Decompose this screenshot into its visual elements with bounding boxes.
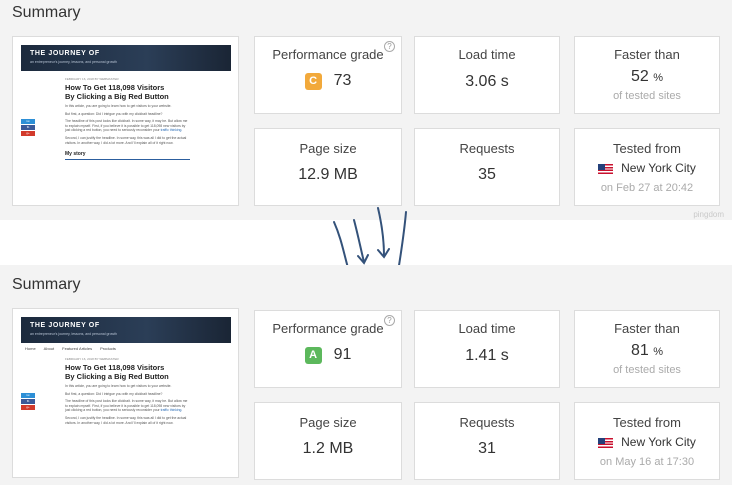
load-time-card: Load time 1.41 s bbox=[414, 310, 560, 388]
tested-from-label: Tested from bbox=[613, 415, 681, 430]
site-screenshot-thumbnail[interactable]: THE JOURNEY OF an entrepreneur's journey… bbox=[12, 308, 239, 478]
thumbnail-story-heading: My story bbox=[65, 151, 190, 161]
thumbnail-article: FEBRUARY 16, 2018 BY WEBMASTER How To Ge… bbox=[65, 357, 190, 425]
page-size-value: 12.9 MB bbox=[298, 166, 358, 183]
tested-from-card: Tested from New York City on May 16 at 1… bbox=[574, 402, 720, 480]
location-name: New York City bbox=[621, 161, 696, 175]
requests-value: 31 bbox=[478, 440, 496, 457]
google-plus-icon: g+ bbox=[21, 405, 35, 410]
requests-value: 35 bbox=[478, 166, 496, 183]
google-plus-icon: g+ bbox=[21, 131, 35, 136]
faster-than-value: 81 % bbox=[575, 342, 719, 360]
summary-panel-after: Summary THE JOURNEY OF an entrepreneur's… bbox=[0, 265, 732, 485]
requests-card: Requests 35 bbox=[414, 128, 560, 206]
thumbnail-tagline: an entrepreneur's journey, lessons, and … bbox=[30, 332, 117, 336]
thumbnail-headline-1: How To Get 118,098 Visitors bbox=[65, 363, 165, 372]
share-buttons: tw fb g+ bbox=[21, 393, 35, 411]
faster-than-label: Faster than bbox=[614, 47, 680, 62]
facebook-icon: fb bbox=[21, 399, 35, 404]
thumbnail-nav-item: Home bbox=[25, 346, 36, 351]
thumbnail-paragraph-link: traffic thinking. bbox=[160, 128, 183, 133]
thumbnail-date: FEBRUARY 16, 2018 BY WEBMASTER bbox=[65, 77, 119, 81]
performance-grade-card: ? Performance grade A 91 bbox=[254, 310, 402, 388]
tested-from-card: Tested from New York City on Feb 27 at 2… bbox=[574, 128, 720, 206]
tested-from-date: on Feb 27 at 20:42 bbox=[600, 182, 694, 194]
twitter-icon: tw bbox=[21, 393, 35, 398]
performance-grade-label: Performance grade bbox=[272, 47, 384, 62]
faster-than-label: Faster than bbox=[614, 321, 680, 336]
grade-badge: C bbox=[304, 72, 322, 90]
faster-than-sub: of tested sites bbox=[613, 364, 681, 376]
performance-grade-value: A 91 bbox=[255, 346, 401, 364]
location-name: New York City bbox=[621, 435, 696, 449]
us-flag-icon bbox=[598, 437, 614, 448]
share-buttons: tw fb g+ bbox=[21, 119, 35, 137]
load-time-label: Load time bbox=[458, 321, 516, 336]
thumbnail-paragraph: But first, a question: Did I intrigue yo… bbox=[65, 391, 163, 396]
page-size-card: Page size 12.9 MB bbox=[254, 128, 402, 206]
pingdom-watermark: pingdom bbox=[693, 210, 724, 219]
thumbnail-brand: THE JOURNEY OF bbox=[30, 322, 100, 329]
faster-than-card: Faster than 81 % of tested sites bbox=[574, 310, 720, 388]
summary-title: Summary bbox=[12, 276, 81, 293]
thumbnail-header: THE JOURNEY OF an entrepreneur's journey… bbox=[21, 317, 231, 343]
thumbnail-nav: Home About Featured Articles Products bbox=[25, 346, 124, 351]
thumbnail-paragraph: In this article, you are going to learn … bbox=[65, 384, 172, 388]
faster-than-sub: of tested sites bbox=[613, 90, 681, 102]
thumbnail-paragraph: Second, I can justify the headline. In s… bbox=[65, 135, 187, 145]
load-time-label: Load time bbox=[458, 47, 516, 62]
faster-than-unit: % bbox=[653, 72, 664, 84]
requests-card: Requests 31 bbox=[414, 402, 560, 480]
summary-title: Summary bbox=[12, 4, 81, 21]
page-size-label: Page size bbox=[299, 141, 357, 156]
performance-grade-value: C 73 bbox=[255, 72, 401, 90]
faster-than-number: 81 bbox=[630, 342, 649, 359]
thumbnail-article: FEBRUARY 16, 2018 BY WEBMASTER How To Ge… bbox=[65, 77, 190, 161]
grade-badge: A bbox=[304, 346, 322, 364]
thumbnail-headline-2: By Clicking a Big Red Button bbox=[65, 92, 169, 101]
us-flag-icon bbox=[598, 163, 614, 174]
thumbnail-nav-item: About bbox=[43, 346, 55, 351]
thumbnail-paragraph: The headline of this post looks like cli… bbox=[65, 119, 190, 133]
requests-label: Requests bbox=[459, 415, 515, 430]
grade-score: 91 bbox=[333, 346, 352, 363]
performance-grade-card: ? Performance grade C 73 bbox=[254, 36, 402, 114]
facebook-icon: fb bbox=[21, 125, 35, 130]
thumbnail-paragraph: The headline of this post looks like cli… bbox=[65, 399, 190, 413]
tested-from-label: Tested from bbox=[613, 141, 681, 156]
thumbnail-tagline: an entrepreneur's journey, lessons, and … bbox=[30, 60, 117, 64]
thumbnail-brand: THE JOURNEY OF bbox=[30, 50, 100, 57]
thumbnail-header: THE JOURNEY OF an entrepreneur's journey… bbox=[21, 45, 231, 71]
requests-label: Requests bbox=[459, 141, 515, 156]
site-screenshot-thumbnail[interactable]: THE JOURNEY OF an entrepreneur's journey… bbox=[12, 36, 239, 206]
thumbnail-headline-2: By Clicking a Big Red Button bbox=[65, 372, 169, 381]
page-size-value: 1.2 MB bbox=[302, 440, 354, 457]
faster-than-card: Faster than 52 % of tested sites bbox=[574, 36, 720, 114]
page-size-card: Page size 1.2 MB bbox=[254, 402, 402, 480]
thumbnail-paragraph-link: traffic thinking. bbox=[160, 408, 183, 413]
page-size-label: Page size bbox=[299, 415, 357, 430]
load-time-value: 1.41 s bbox=[465, 347, 509, 364]
faster-than-unit: % bbox=[653, 346, 664, 358]
tested-from-date: on May 16 at 17:30 bbox=[599, 456, 695, 468]
thumbnail-headline-1: How To Get 118,098 Visitors bbox=[65, 83, 165, 92]
summary-panel-before: Summary THE JOURNEY OF an entrepreneur's… bbox=[0, 0, 732, 220]
twitter-icon: tw bbox=[21, 119, 35, 124]
load-time-value: 3.06 s bbox=[465, 73, 509, 90]
thumbnail-date: FEBRUARY 16, 2018 BY WEBMASTER bbox=[65, 357, 119, 361]
grade-score: 73 bbox=[333, 72, 352, 89]
thumbnail-paragraph: In this article, you are going to learn … bbox=[65, 104, 172, 108]
faster-than-number: 52 bbox=[630, 68, 649, 85]
tested-from-location: New York City bbox=[575, 161, 719, 175]
thumbnail-paragraph: But first, a question: Did I intrigue yo… bbox=[65, 111, 163, 116]
tested-from-location: New York City bbox=[575, 435, 719, 449]
load-time-card: Load time 3.06 s bbox=[414, 36, 560, 114]
thumbnail-paragraph: Second, I can justify the headline. In s… bbox=[65, 415, 187, 425]
thumbnail-nav-item: Featured Articles bbox=[62, 346, 93, 351]
performance-grade-label: Performance grade bbox=[272, 321, 384, 336]
thumbnail-nav-item: Products bbox=[100, 346, 116, 351]
faster-than-value: 52 % bbox=[575, 68, 719, 86]
